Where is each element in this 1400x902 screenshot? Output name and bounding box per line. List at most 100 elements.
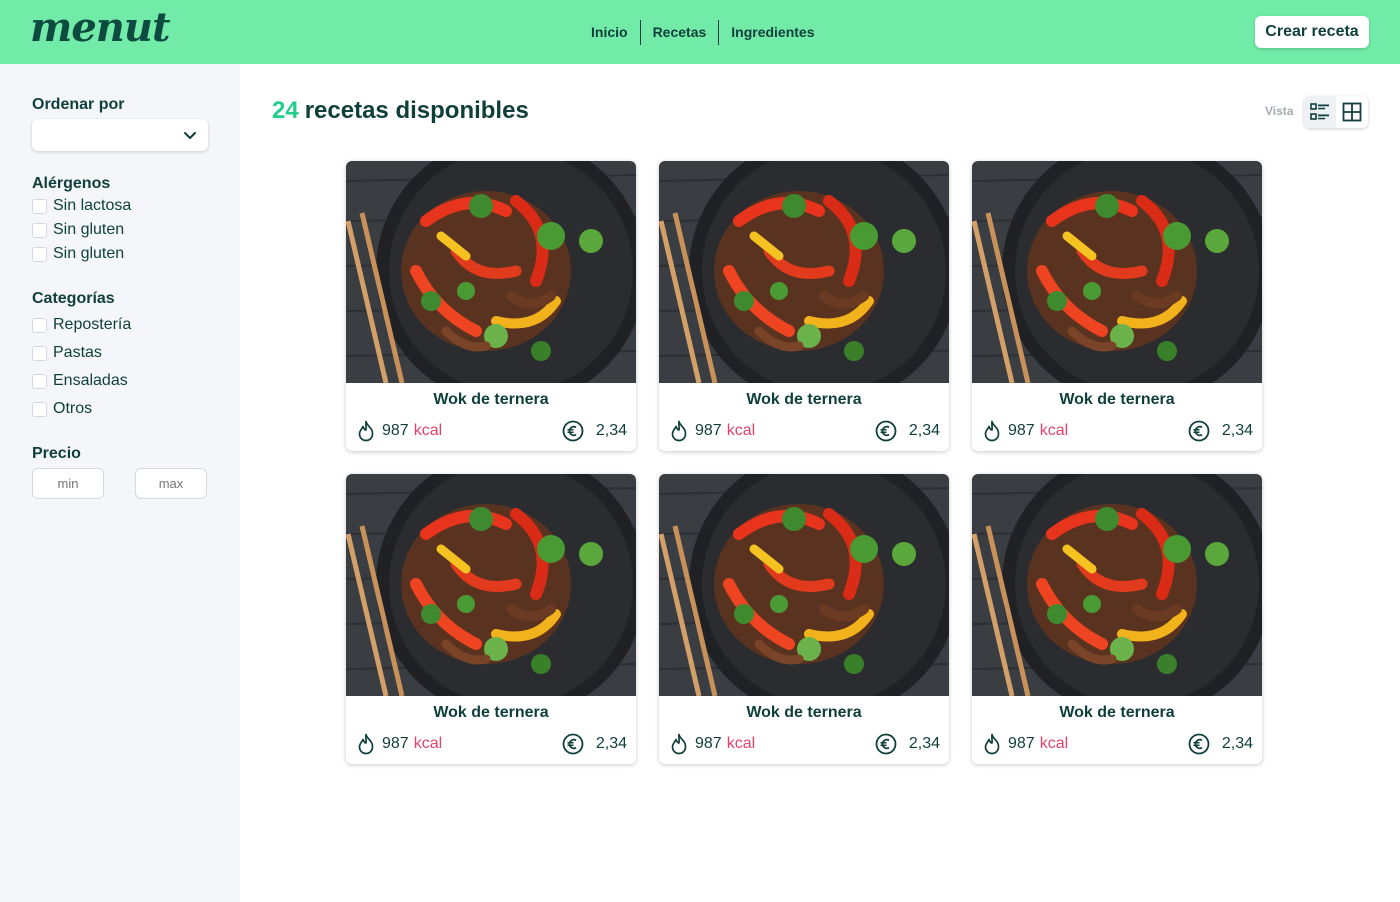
recipe-price-value: 2,34 — [908, 422, 940, 439]
main-nav: Inicio Recetas Ingredientes — [579, 20, 827, 45]
allergen-checkbox[interactable] — [32, 222, 47, 238]
list-view-button[interactable] — [1304, 96, 1336, 128]
price-max-input[interactable] — [135, 468, 207, 499]
recipe-title: Wok de ternera — [433, 704, 549, 721]
price-min-input[interactable] — [32, 468, 104, 499]
results-heading: 24 recetas disponibles — [272, 97, 529, 125]
allergen-label: Sin gluten — [53, 245, 125, 262]
allergen-option[interactable]: Sin lactosa — [32, 197, 131, 215]
category-label: Pastas — [53, 344, 102, 361]
recipe-kcal-value: 987 — [695, 735, 722, 752]
sort-select[interactable] — [32, 119, 208, 151]
flame-icon — [984, 733, 1000, 755]
recipe-kcal-value: 987 — [1008, 735, 1035, 752]
recipe-price-value: 2,34 — [595, 735, 627, 752]
category-checkbox[interactable] — [32, 317, 47, 333]
recipe-kcal-unit: kcal — [726, 735, 756, 752]
flame-icon — [671, 420, 687, 442]
view-toggle — [1304, 96, 1368, 128]
flame-icon — [671, 733, 687, 755]
recipe-title: Wok de ternera — [746, 391, 862, 408]
recipe-card[interactable]: Wok de ternera 987 kcal 2,34 — [346, 161, 636, 451]
recipe-kcal-unit: kcal — [1039, 422, 1069, 439]
category-checkbox[interactable] — [32, 373, 47, 389]
category-option[interactable]: Ensaladas — [32, 372, 128, 390]
nav-link-ingredientes[interactable]: Ingredientes — [719, 20, 826, 45]
recipe-calories: 987 kcal — [357, 420, 442, 442]
category-option[interactable]: Pastas — [32, 344, 102, 362]
create-recipe-button[interactable]: Crear receta — [1255, 16, 1369, 48]
allergen-label: Sin gluten — [53, 221, 125, 238]
recipe-kcal-value: 987 — [1008, 422, 1035, 439]
recipe-kcal-unit: kcal — [1039, 735, 1069, 752]
list-view-icon — [1310, 103, 1329, 120]
flame-icon — [358, 420, 374, 442]
category-option[interactable]: Repostería — [32, 316, 131, 334]
category-checkbox[interactable] — [32, 401, 47, 417]
price-title: Precio — [32, 445, 81, 462]
categories-title: Categorías — [32, 290, 115, 307]
chevron-down-icon — [184, 132, 196, 139]
allergen-option[interactable]: Sin gluten — [32, 245, 124, 263]
recipe-photo — [346, 161, 636, 383]
recipe-kcal-value: 987 — [695, 422, 722, 439]
allergens-title: Alérgenos — [32, 175, 111, 192]
recipe-price-value: 2,34 — [1221, 735, 1253, 752]
category-checkbox[interactable] — [32, 345, 47, 361]
euro-icon — [562, 733, 584, 755]
recipe-photo — [346, 474, 636, 696]
menut-logo[interactable]: menut — [30, 4, 170, 51]
recipe-price-value: 2,34 — [1221, 422, 1253, 439]
filters-sidebar: Ordenar por Alérgenos Sin lactosa Sin gl… — [0, 64, 240, 902]
recipe-photo — [972, 161, 1262, 383]
allergen-checkbox[interactable] — [32, 198, 47, 214]
euro-icon — [562, 420, 584, 442]
grid-view-icon — [1342, 102, 1362, 122]
nav-link-inicio[interactable]: Inicio — [579, 20, 640, 45]
sort-label: Ordenar por — [32, 96, 125, 113]
recipe-price: 2,34 — [1188, 733, 1253, 755]
recipe-photo — [659, 474, 949, 696]
recipe-price-value: 2,34 — [595, 422, 627, 439]
category-label: Repostería — [53, 316, 132, 333]
recipe-calories: 987 kcal — [983, 420, 1068, 442]
recipe-title: Wok de ternera — [433, 391, 549, 408]
nav-link-recetas[interactable]: Recetas — [641, 20, 719, 45]
recipe-card[interactable]: Wok de ternera 987 kcal 2,34 — [972, 161, 1262, 451]
recipe-photo — [659, 161, 949, 383]
euro-icon — [1188, 420, 1210, 442]
recipe-kcal-unit: kcal — [413, 735, 443, 752]
euro-icon — [875, 733, 897, 755]
category-label: Otros — [53, 400, 93, 417]
grid-view-button[interactable] — [1336, 96, 1368, 128]
category-option[interactable]: Otros — [32, 400, 92, 418]
allergen-label: Sin lactosa — [53, 197, 132, 214]
recipe-price-value: 2,34 — [908, 735, 940, 752]
recipe-card[interactable]: Wok de ternera 987 kcal 2,34 — [659, 474, 949, 764]
recipe-price: 2,34 — [562, 733, 627, 755]
recipe-card[interactable]: Wok de ternera 987 kcal 2,34 — [346, 474, 636, 764]
recipe-kcal-value: 987 — [382, 422, 409, 439]
results-count: 24 — [272, 97, 299, 124]
results-heading-text: recetas disponibles — [304, 97, 529, 124]
recipe-photo — [972, 474, 1262, 696]
recipe-title: Wok de ternera — [1059, 704, 1175, 721]
recipe-kcal-unit: kcal — [726, 422, 756, 439]
recipe-price: 2,34 — [875, 420, 940, 442]
recipe-title: Wok de ternera — [746, 704, 862, 721]
recipe-price: 2,34 — [875, 733, 940, 755]
view-label: Vista — [1265, 104, 1294, 118]
flame-icon — [984, 420, 1000, 442]
recipe-card[interactable]: Wok de ternera 987 kcal 2,34 — [659, 161, 949, 451]
recipe-price: 2,34 — [562, 420, 627, 442]
euro-icon — [1188, 733, 1210, 755]
recipe-kcal-value: 987 — [382, 735, 409, 752]
recipe-calories: 987 kcal — [670, 733, 755, 755]
recipe-title: Wok de ternera — [1059, 391, 1175, 408]
top-header: menut Inicio Recetas Ingredientes Crear … — [0, 0, 1400, 64]
recipe-card[interactable]: Wok de ternera 987 kcal 2,34 — [972, 474, 1262, 764]
category-label: Ensaladas — [53, 372, 128, 389]
allergen-checkbox[interactable] — [32, 246, 47, 262]
allergen-option[interactable]: Sin gluten — [32, 221, 124, 239]
recipe-calories: 987 kcal — [357, 733, 442, 755]
